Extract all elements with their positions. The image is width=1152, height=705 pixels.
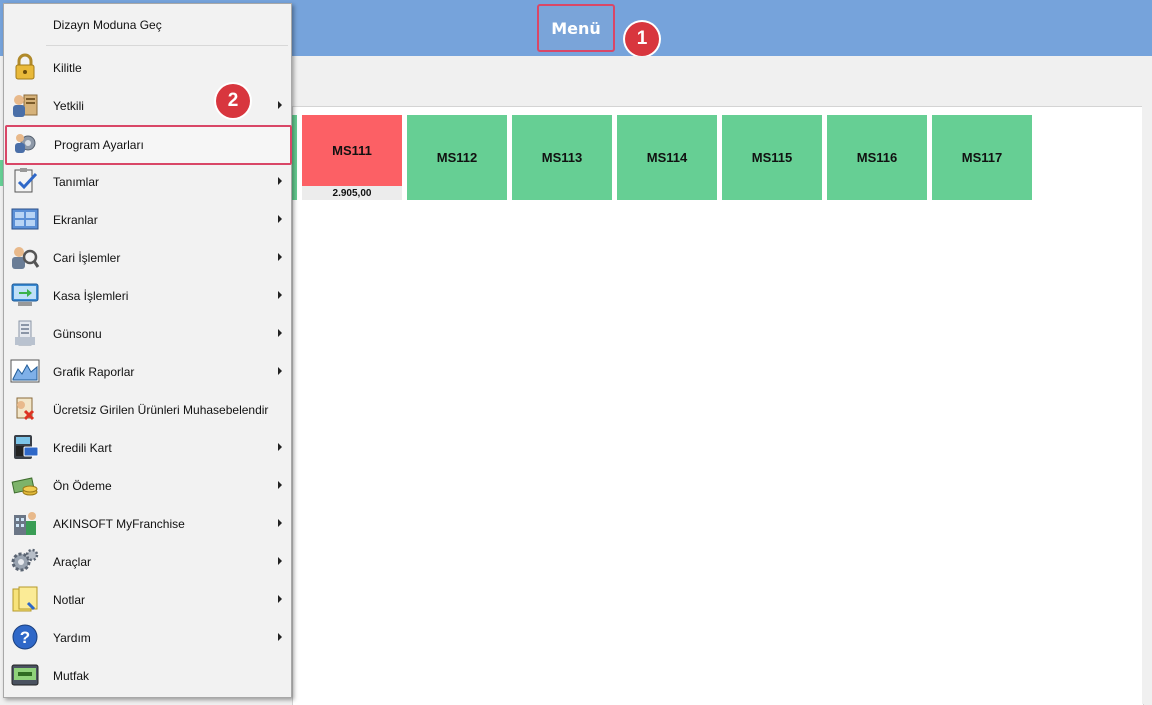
submenu-arrow-icon [278, 443, 282, 451]
menu-item-label: Dizayn Moduna Geç [53, 18, 162, 32]
submenu-arrow-icon [278, 595, 282, 603]
menu-item-label: Yetkili [53, 99, 84, 113]
menu-item-label: Ön Ödeme [53, 479, 112, 493]
right-edge [1142, 106, 1152, 704]
menu-item-label: Kredili Kart [53, 441, 112, 455]
menu-item-lock[interactable]: Kilitle [4, 49, 291, 87]
menu-item-help[interactable]: ? Yardım [4, 619, 291, 657]
table-name: MS116 [856, 150, 898, 165]
menu-item-notes[interactable]: Notlar [4, 581, 291, 619]
tools-gears-icon [10, 546, 40, 576]
menu-item-label: Kasa İşlemleri [53, 289, 129, 303]
svg-text:?: ? [20, 628, 30, 647]
table-name: MS111 [332, 143, 372, 158]
main-menu-dropdown: Dizayn Moduna Geç Kilitle Yetkili 2 Prog… [3, 3, 292, 698]
menu-item-definitions[interactable]: Tanımlar [4, 163, 291, 201]
menu-item-screens[interactable]: Ekranlar [4, 201, 291, 239]
menu-item-label: Yardım [53, 631, 91, 645]
menu-item-program-settings[interactable]: Program Ayarları [5, 125, 292, 165]
menu-item-label: Ekranlar [53, 213, 98, 227]
menu-item-label: Ücretsiz Girilen Ürünleri Muhasebelendir [53, 403, 269, 417]
menu-item-myfranchise[interactable]: AKINSOFT MyFranchise [4, 505, 291, 543]
clipboard-check-icon [10, 166, 40, 196]
table-tile-ms117[interactable]: MS117 [932, 115, 1032, 200]
menu-separator [46, 45, 288, 46]
menu-item-label: Cari İşlemler [53, 251, 121, 265]
table-amount: 2.905,00 [302, 186, 402, 200]
table-name: MS113 [541, 150, 583, 165]
submenu-arrow-icon [278, 557, 282, 565]
table-tile-ms114[interactable]: MS114 [617, 115, 717, 200]
menu-item-kitchen[interactable]: Mutfak [4, 657, 291, 695]
day-end-icon [10, 318, 40, 348]
menu-item-free-products-accounting[interactable]: Ücretsiz Girilen Ürünleri Muhasebelendir [4, 391, 291, 429]
menu-item-label: Program Ayarları [54, 138, 144, 152]
step-badge-1: 1 [625, 22, 659, 56]
menu-item-label: Günsonu [53, 327, 102, 341]
franchise-icon [10, 508, 40, 538]
step-badge-2: 2 [216, 84, 250, 118]
table-tile-ms112[interactable]: MS112 [407, 115, 507, 200]
menu-item-prepayment[interactable]: Ön Ödeme [4, 467, 291, 505]
submenu-arrow-icon [278, 253, 282, 261]
table-name: MS115 [751, 150, 793, 165]
prepayment-icon [10, 470, 40, 500]
submenu-arrow-icon [278, 329, 282, 337]
free-products-icon [10, 394, 40, 424]
menu-item-day-end[interactable]: Günsonu [4, 315, 291, 353]
notes-icon [10, 584, 40, 614]
menu-item-accounts[interactable]: Cari İşlemler [4, 239, 291, 277]
credit-card-icon [10, 432, 40, 462]
submenu-arrow-icon [278, 367, 282, 375]
menu-item-credit-card[interactable]: Kredili Kart [4, 429, 291, 467]
screens-icon [10, 204, 40, 234]
menu-item-design-mode[interactable]: Dizayn Moduna Geç [4, 6, 291, 44]
submenu-arrow-icon [278, 177, 282, 185]
help-icon: ? [10, 622, 40, 652]
menu-item-label: Tanımlar [53, 175, 100, 189]
padlock-icon [10, 52, 40, 82]
menu-item-label: Kilitle [53, 61, 82, 75]
menu-item-label: AKINSOFT MyFranchise [53, 517, 185, 531]
menu-item-label: Grafik Raporlar [53, 365, 135, 379]
menu-item-label: Araçlar [53, 555, 92, 569]
submenu-arrow-icon [278, 481, 282, 489]
menu-item-tools[interactable]: Araçlar [4, 543, 291, 581]
table-tile-ms115[interactable]: MS115 [722, 115, 822, 200]
table-tile-ms111[interactable]: MS111 [302, 115, 402, 186]
accounts-icon [10, 242, 40, 272]
menu-item-graphic-reports[interactable]: Grafik Raporlar [4, 353, 291, 391]
chart-icon [10, 356, 40, 386]
table-name: MS117 [961, 150, 1003, 165]
menu-item-label: Mutfak [53, 669, 90, 683]
submenu-arrow-icon [278, 291, 282, 299]
table-name: MS112 [436, 150, 478, 165]
submenu-arrow-icon [278, 633, 282, 641]
table-tile-ms113[interactable]: MS113 [512, 115, 612, 200]
kitchen-icon [10, 660, 40, 690]
table-name: MS114 [646, 150, 688, 165]
menu-item-cash-operations[interactable]: Kasa İşlemleri [4, 277, 291, 315]
settings-user-icon [11, 128, 41, 158]
submenu-arrow-icon [278, 215, 282, 223]
user-permissions-icon [10, 90, 40, 120]
submenu-arrow-icon [278, 101, 282, 109]
cash-monitor-icon [10, 280, 40, 310]
hidden-table-tile[interactable] [292, 115, 297, 200]
menu-button[interactable]: Menü [537, 4, 615, 52]
menu-item-label: Notlar [53, 593, 86, 607]
table-tile-ms116[interactable]: MS116 [827, 115, 927, 200]
submenu-arrow-icon [278, 519, 282, 527]
